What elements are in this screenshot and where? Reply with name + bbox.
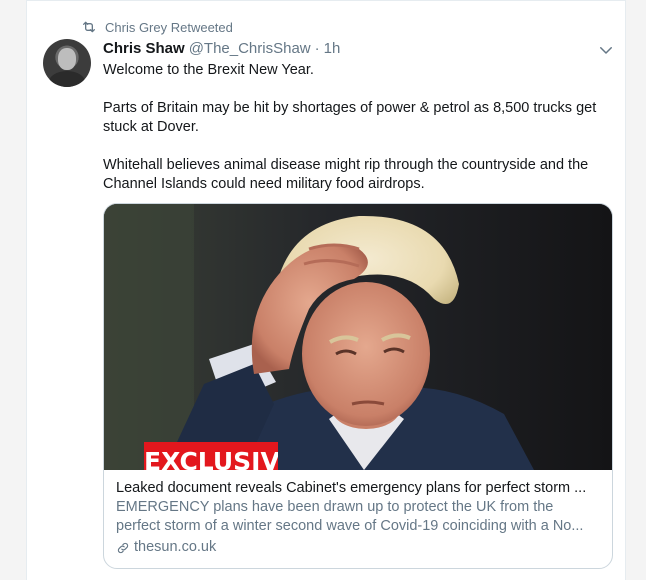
retweet-context: Chris Grey Retweeted [81, 19, 233, 35]
card-title[interactable]: Leaked document reveals Cabinet's emerge… [116, 479, 600, 498]
avatar-shoulders [49, 71, 85, 87]
exclusive-label: EXCLUSIVE [144, 442, 278, 470]
tweet-paragraph: Parts of Britain may be hit by shortages… [103, 100, 597, 135]
retweet-icon [83, 21, 95, 33]
avatar[interactable] [43, 39, 91, 87]
card-description[interactable]: EMERGENCY plans have been drawn up to pr… [116, 498, 600, 536]
card-body[interactable]: Leaked document reveals Cabinet's emerge… [104, 470, 612, 557]
page: Chris Grey Retweeted Chris Shaw @The_Chr… [0, 0, 646, 580]
card-domain-row[interactable]: thesun.co.uk [116, 538, 600, 557]
card-image[interactable]: EXCLUSIVE [104, 204, 612, 470]
tweet[interactable]: Chris Grey Retweeted Chris Shaw @The_Chr… [26, 0, 626, 580]
tweet-text: Welcome to the Brexit New Year. Parts of… [103, 61, 618, 213]
tweet-paragraph: Welcome to the Brexit New Year. [103, 62, 314, 78]
avatar-face [58, 48, 76, 70]
retweeted-by-label[interactable]: Chris Grey Retweeted [105, 20, 233, 35]
tweet-time[interactable]: 1h [324, 39, 341, 59]
card-domain: thesun.co.uk [134, 539, 217, 555]
author-name[interactable]: Chris Shaw [103, 39, 185, 59]
link-preview-card[interactable]: EXCLUSIVE Leaked document reveals Cabine… [103, 203, 613, 569]
separator-dot: · [314, 40, 320, 57]
card-photo [104, 204, 612, 470]
tweet-header: Chris Shaw @The_ChrisShaw · 1h [103, 39, 340, 59]
tweet-paragraph: Whitehall believes animal disease might … [103, 157, 589, 192]
chevron-down-icon[interactable] [597, 41, 615, 59]
author-handle[interactable]: @The_ChrisShaw [189, 39, 311, 59]
link-icon [117, 542, 129, 553]
